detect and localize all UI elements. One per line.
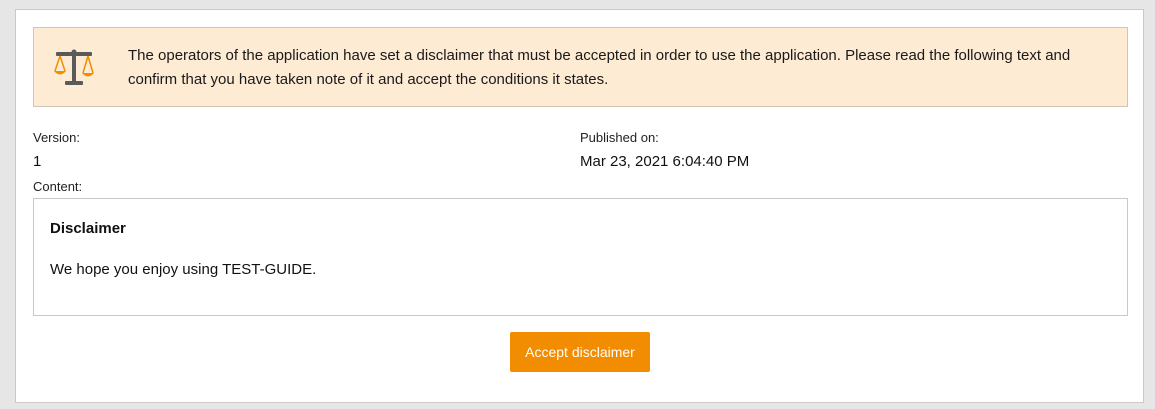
content-label: Content: [33,179,83,194]
notice-text: The operators of the application have se… [128,47,1071,88]
disclaimer-title: Disclaimer [50,220,126,237]
disclaimer-content-box: Disclaimer We hope you enjoy using TEST-… [33,198,1128,316]
version-value: 1 [33,153,42,170]
accept-disclaimer-button[interactable]: Accept disclaimer [510,332,650,372]
version-label: Version: [33,130,80,145]
disclaimer-panel: The operators of the application have se… [15,9,1144,403]
disclaimer-notice-banner: The operators of the application have se… [33,27,1128,107]
published-label: Published on: [580,130,659,145]
disclaimer-body: We hope you enjoy using TEST-GUIDE. [50,261,317,278]
published-value: Mar 23, 2021 6:04:40 PM [580,153,750,170]
scales-of-justice-icon [52,47,96,91]
